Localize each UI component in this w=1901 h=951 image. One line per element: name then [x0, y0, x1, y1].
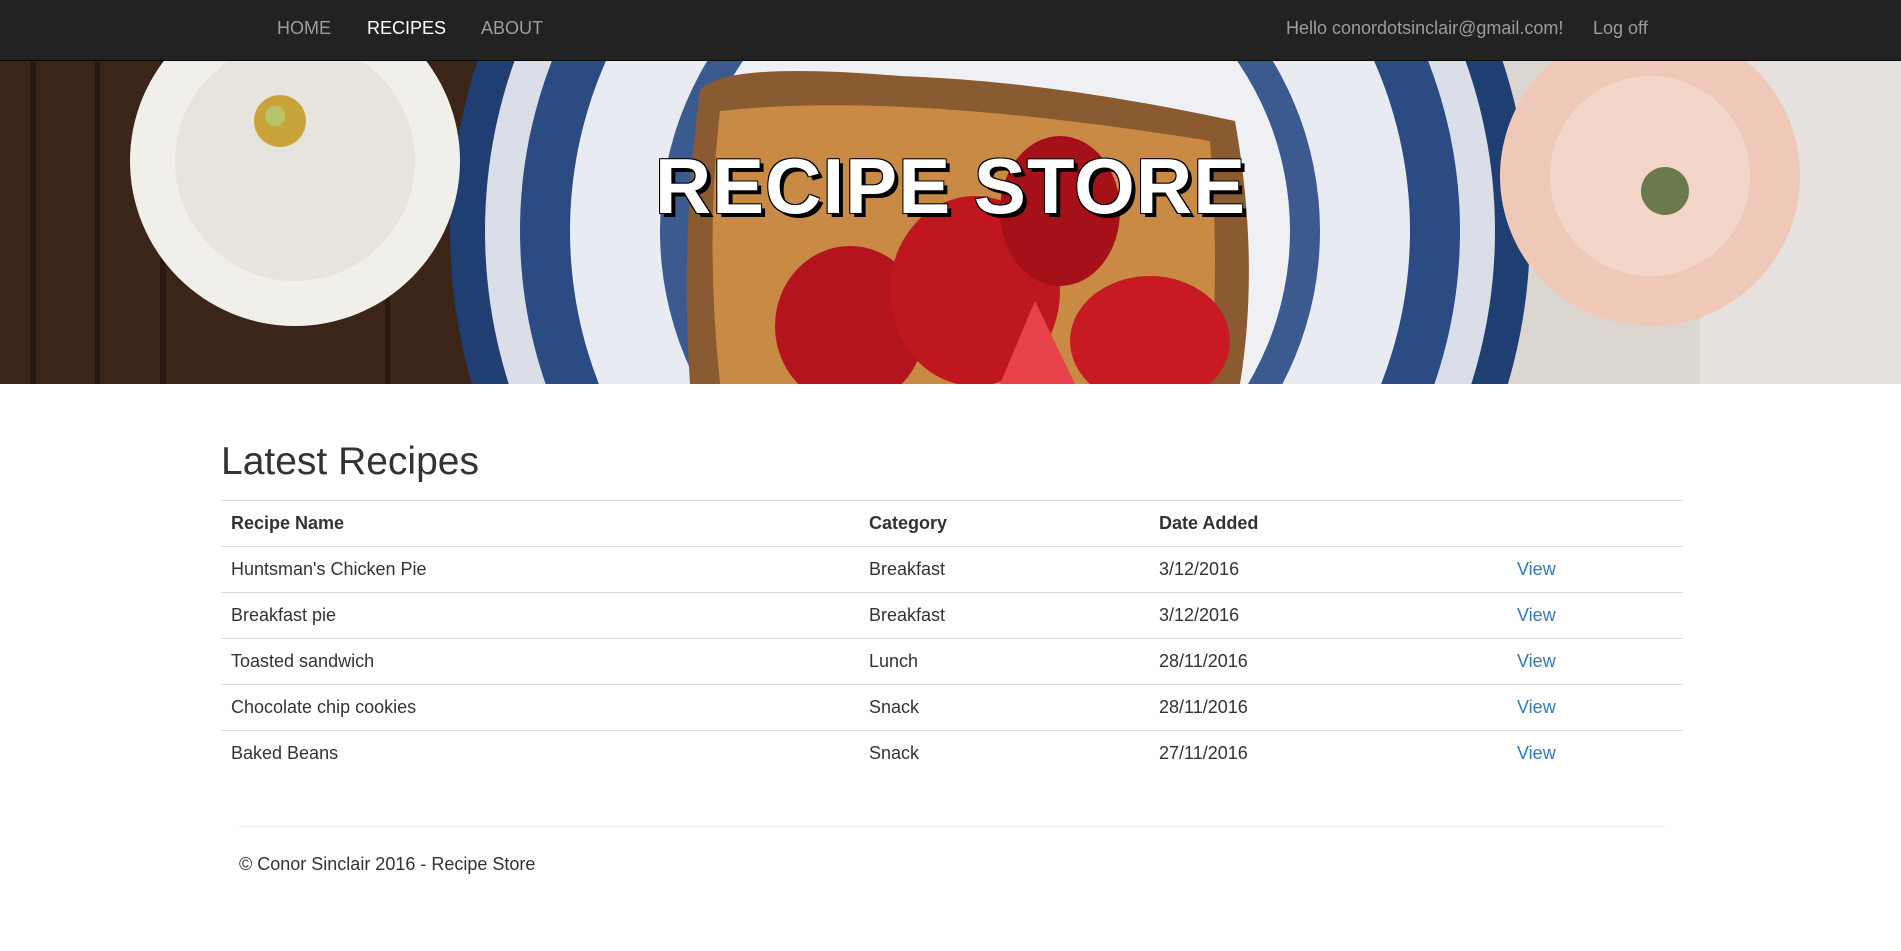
nav-home-link[interactable]: HOME: [277, 0, 331, 56]
category-cell: Lunch: [859, 638, 1149, 685]
footer-copyright: © Conor Sinclair 2016 - Recipe Store: [239, 854, 536, 874]
category-cell: Breakfast: [859, 592, 1149, 639]
hero-banner: RECIPE STORE: [0, 61, 1901, 384]
recipe-name-cell: Huntsman's Chicken Pie: [221, 546, 859, 593]
page-title: Latest Recipes: [221, 440, 479, 483]
column-header-category: Category: [859, 500, 1149, 547]
footer-divider: [239, 826, 1665, 827]
logoff-link[interactable]: Log off: [1593, 0, 1648, 56]
table-row: Chocolate chip cookies Snack 28/11/2016 …: [221, 684, 1683, 731]
category-cell: Snack: [859, 730, 1149, 777]
recipe-name-cell: Toasted sandwich: [221, 638, 859, 685]
date-added-cell: 28/11/2016: [1149, 638, 1507, 685]
recipe-name-cell: Chocolate chip cookies: [221, 684, 859, 731]
column-header-action: [1507, 500, 1683, 547]
top-navbar: HOME RECIPES ABOUT Hello conordotsinclai…: [0, 0, 1901, 61]
view-recipe-link[interactable]: View: [1517, 605, 1556, 625]
view-recipe-link[interactable]: View: [1517, 651, 1556, 671]
table-row: Huntsman's Chicken Pie Breakfast 3/12/20…: [221, 546, 1683, 593]
recipe-name-cell: Breakfast pie: [221, 592, 859, 639]
view-recipe-link[interactable]: View: [1517, 743, 1556, 763]
table-row: Baked Beans Snack 27/11/2016 View: [221, 730, 1683, 777]
table-row: Toasted sandwich Lunch 28/11/2016 View: [221, 638, 1683, 685]
nav-about-link[interactable]: ABOUT: [481, 0, 543, 56]
recipe-name-cell: Baked Beans: [221, 730, 859, 777]
category-cell: Breakfast: [859, 546, 1149, 593]
view-recipe-link[interactable]: View: [1517, 697, 1556, 717]
column-header-date-added: Date Added: [1149, 500, 1507, 547]
view-recipe-link[interactable]: View: [1517, 559, 1556, 579]
date-added-cell: 28/11/2016: [1149, 684, 1507, 731]
date-added-cell: 3/12/2016: [1149, 592, 1507, 639]
recipes-table: Recipe Name Category Date Added Huntsman…: [221, 500, 1683, 777]
date-added-cell: 27/11/2016: [1149, 730, 1507, 777]
column-header-recipe-name: Recipe Name: [221, 500, 859, 547]
table-row: Breakfast pie Breakfast 3/12/2016 View: [221, 592, 1683, 639]
user-greeting-link[interactable]: Hello conordotsinclair@gmail.com!: [1286, 0, 1563, 56]
hero-title: RECIPE STORE: [654, 142, 1247, 230]
date-added-cell: 3/12/2016: [1149, 546, 1507, 593]
nav-recipes-link[interactable]: RECIPES: [367, 0, 446, 56]
table-header-row: Recipe Name Category Date Added: [221, 500, 1683, 547]
category-cell: Snack: [859, 684, 1149, 731]
